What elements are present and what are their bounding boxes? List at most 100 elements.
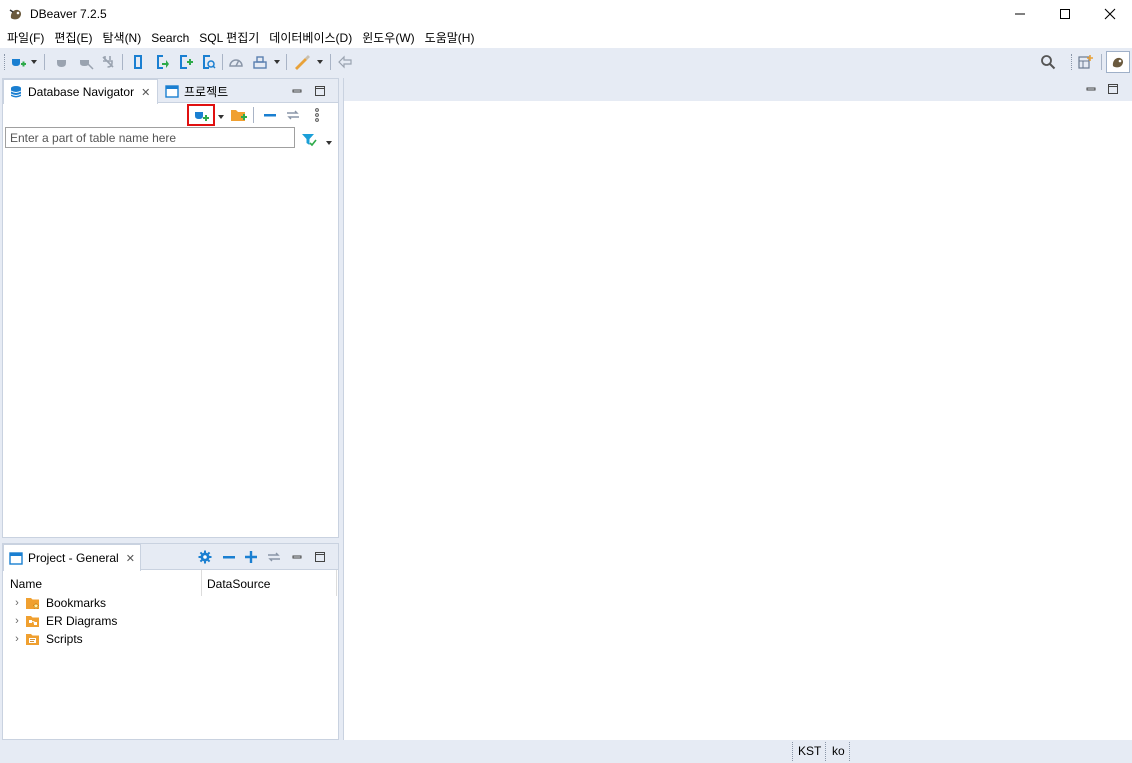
disconnect-icon[interactable] [78, 53, 94, 71]
close-icon[interactable]: ✕ [126, 552, 135, 565]
column-divider[interactable] [336, 570, 337, 596]
toolbar-grip [4, 54, 6, 70]
toolbar-separator [222, 54, 223, 70]
filter-icon[interactable] [301, 131, 317, 149]
column-datasource-header[interactable]: DataSource [207, 577, 270, 591]
connect-icon[interactable] [54, 53, 70, 71]
chevron-right-icon[interactable]: › [11, 633, 23, 645]
maximize-button[interactable] [1042, 0, 1088, 28]
rollback-icon[interactable] [200, 53, 216, 71]
status-timezone: KST [798, 744, 822, 758]
tab-label: 프로젝트 [184, 84, 229, 99]
status-divider [849, 742, 850, 761]
perspective-icon[interactable] [1078, 53, 1094, 71]
view-menu-icon[interactable] [314, 106, 320, 124]
editor-tab-strip [344, 78, 1132, 101]
tree-item-er-diagrams[interactable]: › ER Diagrams [3, 612, 117, 630]
close-button[interactable] [1087, 0, 1132, 28]
tree-item-scripts[interactable]: › Scripts [3, 630, 83, 648]
window-title: DBeaver 7.2.5 [30, 7, 107, 21]
expand-all-icon[interactable] [244, 550, 258, 564]
minimize-view-button[interactable] [1084, 82, 1098, 96]
tree-item-label: Scripts [46, 632, 83, 646]
maximize-view-button[interactable] [1106, 82, 1120, 96]
link-with-editor-icon[interactable] [285, 106, 301, 124]
minimize-button[interactable] [997, 0, 1043, 28]
tools-icon[interactable] [293, 53, 311, 71]
chevron-down-icon[interactable] [273, 53, 281, 71]
new-connection-icon[interactable] [10, 53, 26, 71]
commit-icon[interactable] [177, 53, 193, 71]
navigator-toolbar [3, 103, 338, 127]
commit-mode-icon[interactable] [130, 53, 146, 71]
dbeaver-perspective-icon[interactable] [1106, 51, 1130, 73]
toolbar-separator [44, 54, 45, 70]
menu-search[interactable]: Search [146, 28, 194, 48]
status-bar: KST ko [0, 740, 1132, 763]
chevron-right-icon[interactable]: › [11, 597, 23, 609]
transaction-mode-icon[interactable] [154, 53, 170, 71]
tab-label: Database Navigator [28, 85, 135, 99]
menu-sql-editor[interactable]: SQL 편집기 [194, 28, 264, 48]
tab-project-general[interactable]: Project - General ✕ [3, 544, 141, 571]
tab-database-navigator[interactable]: Database Navigator ✕ [3, 79, 158, 104]
status-divider [792, 742, 793, 761]
search-icon[interactable] [1040, 53, 1056, 71]
link-with-editor-icon[interactable] [267, 550, 281, 564]
bookmarks-folder-icon [26, 598, 40, 609]
minimize-view-button[interactable] [290, 550, 304, 564]
tree-item-label: ER Diagrams [46, 614, 118, 628]
menu-bar: 파일(F) 편집(E) 탐색(N) Search SQL 편집기 데이터베이스(… [0, 28, 1132, 48]
new-connection-icon[interactable] [193, 106, 209, 124]
toolbar-separator [253, 107, 254, 123]
project-icon [165, 85, 179, 98]
new-folder-icon[interactable] [230, 106, 248, 124]
toolbar-separator [122, 54, 123, 70]
tree-item-bookmarks[interactable]: › Bookmarks [3, 594, 106, 612]
menu-navigate[interactable]: 탐색(N) [97, 28, 146, 48]
toolbar-separator [1101, 54, 1102, 70]
toolbar-grip [1071, 54, 1073, 70]
project-tab-strip: Project - General ✕ [3, 544, 338, 571]
project-icon [9, 552, 23, 565]
minimize-view-button[interactable] [290, 84, 304, 98]
chevron-right-icon[interactable]: › [11, 615, 23, 627]
project-general-panel: Project - General ✕ Name DataSource › Bo… [2, 543, 339, 740]
maximize-view-button[interactable] [313, 84, 327, 98]
table-filter-input[interactable] [5, 127, 295, 148]
project-column-header: Name DataSource [3, 570, 338, 596]
collapse-all-icon[interactable] [262, 106, 278, 124]
column-divider[interactable] [201, 570, 202, 596]
back-icon[interactable] [337, 53, 353, 71]
menu-database[interactable]: 데이터베이스(D) [264, 28, 357, 48]
title-bar: DBeaver 7.2.5 [0, 0, 1132, 28]
menu-help[interactable]: 도움말(H) [420, 28, 480, 48]
status-divider [825, 742, 826, 761]
collapse-all-icon[interactable] [222, 550, 236, 564]
tree-item-label: Bookmarks [46, 596, 107, 610]
close-icon[interactable]: ✕ [141, 86, 150, 99]
chevron-down-icon[interactable] [217, 108, 225, 126]
database-navigator-panel: Database Navigator ✕ 프로젝트 [2, 78, 339, 538]
invalidate-icon[interactable] [100, 53, 116, 71]
menu-window[interactable]: 윈도우(W) [357, 28, 419, 48]
configure-icon[interactable] [198, 550, 212, 564]
menu-edit[interactable]: 편집(E) [49, 28, 97, 48]
menu-file[interactable]: 파일(F) [2, 28, 49, 48]
dbeaver-logo-icon [8, 6, 24, 22]
column-name-header[interactable]: Name [10, 577, 42, 591]
navigator-tab-strip: Database Navigator ✕ 프로젝트 [3, 79, 338, 104]
er-diagrams-folder-icon [26, 616, 39, 627]
chevron-down-icon[interactable] [316, 53, 324, 71]
status-locale: ko [832, 744, 845, 758]
tab-label: Project - General [28, 551, 119, 565]
dashboard-icon[interactable] [228, 53, 244, 71]
scripts-folder-icon [26, 634, 39, 645]
tab-projects[interactable]: 프로젝트 [161, 79, 256, 103]
editor-area [343, 78, 1132, 740]
sql-editor-icon[interactable] [252, 53, 268, 71]
chevron-down-icon[interactable] [325, 134, 333, 152]
maximize-view-button[interactable] [313, 550, 327, 564]
chevron-down-icon[interactable] [30, 53, 38, 71]
database-icon [10, 86, 22, 98]
